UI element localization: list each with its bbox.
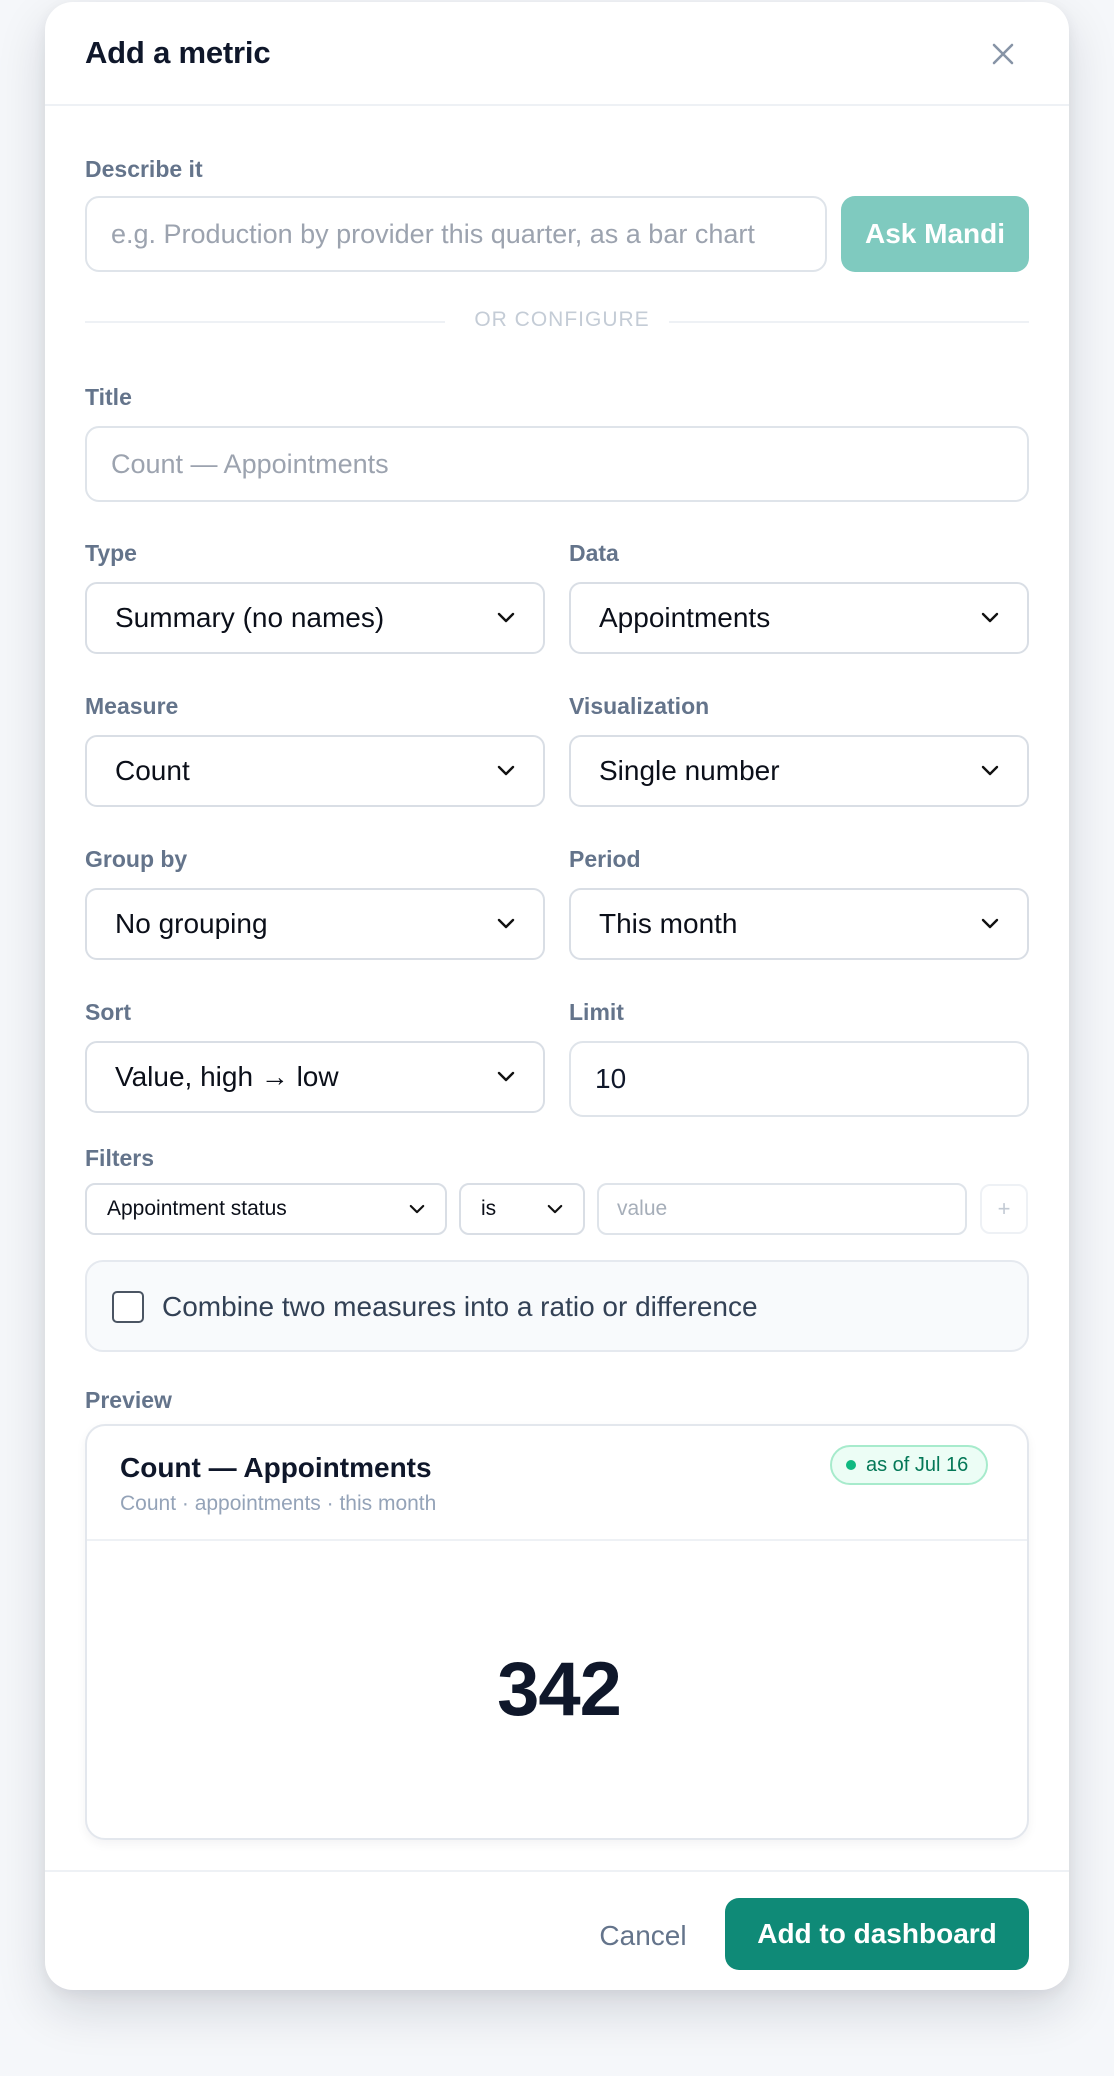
describe-input[interactable]: e.g. Production by provider this quarter… — [85, 196, 827, 272]
limit-input[interactable]: 10 — [569, 1041, 1029, 1117]
filters-label: Filters — [85, 1145, 155, 1171]
measure-value: Count — [115, 755, 190, 786]
chevron-down-icon — [497, 612, 515, 623]
dialog-footer: Cancel Add to dashboard — [45, 1870, 1069, 1990]
visualization-select[interactable]: Single number — [569, 735, 1029, 807]
sort-value: Value, high → low — [115, 1061, 339, 1092]
period-select[interactable]: This month — [569, 888, 1029, 960]
metric-value: 342 — [497, 1647, 622, 1732]
filter-field-select[interactable]: Appointment status — [85, 1183, 447, 1235]
sort-label: Sort — [85, 999, 131, 1025]
cancel-button[interactable]: Cancel — [583, 1900, 703, 1972]
status-badge: as of Jul 16 — [830, 1445, 989, 1485]
group-by-select[interactable]: No grouping — [85, 888, 545, 960]
divider-right — [669, 321, 1029, 323]
dialog-title: Add a metric — [85, 35, 271, 70]
filter-value-input[interactable]: value — [597, 1183, 967, 1235]
chevron-down-icon — [981, 918, 999, 929]
chevron-down-icon — [497, 765, 515, 776]
filter-operator-value: is — [481, 1197, 497, 1220]
combine-measures-option[interactable]: Combine two measures into a ratio or dif… — [85, 1260, 1029, 1352]
group-by-label: Group by — [85, 846, 188, 872]
describe-label: Describe it — [85, 156, 203, 182]
divider-left — [85, 321, 445, 323]
title-label: Title — [85, 384, 132, 410]
preview-subtitle: Count · appointments · this month — [120, 1492, 437, 1515]
type-select[interactable]: Summary (no names) — [85, 582, 545, 654]
preview-title: Count — Appointments — [120, 1452, 432, 1483]
combine-label: Combine two measures into a ratio or dif… — [162, 1291, 758, 1322]
status-dot-icon — [846, 1460, 856, 1470]
visualization-value: Single number — [599, 755, 780, 786]
chevron-down-icon — [981, 612, 999, 623]
preview-card-header: Count — Appointments Count · appointment… — [87, 1426, 1027, 1541]
add-to-dashboard-button[interactable]: Add to dashboard — [725, 1898, 1029, 1970]
type-label: Type — [85, 540, 137, 566]
dialog-header: Add a metric — [45, 2, 1069, 106]
combine-checkbox[interactable] — [112, 1291, 144, 1323]
data-label: Data — [569, 540, 619, 566]
data-value: Appointments — [599, 602, 771, 633]
chevron-down-icon — [981, 765, 999, 776]
add-metric-dialog: Add a metric Describe it e.g. Production… — [45, 2, 1069, 1990]
data-select[interactable]: Appointments — [569, 582, 1029, 654]
type-value: Summary (no names) — [115, 602, 385, 633]
close-button[interactable] — [985, 36, 1021, 72]
title-input[interactable]: Count — Appointments — [85, 426, 1029, 502]
measure-select[interactable]: Count — [85, 735, 545, 807]
preview-label: Preview — [85, 1387, 172, 1413]
group-by-value: No grouping — [115, 908, 268, 939]
chevron-down-icon — [409, 1204, 425, 1213]
visualization-label: Visualization — [569, 693, 710, 719]
filter-field-value: Appointment status — [107, 1197, 287, 1220]
chevron-down-icon — [497, 918, 515, 929]
close-icon — [992, 43, 1014, 65]
badge-text: as of Jul 16 — [866, 1453, 969, 1476]
or-configure-label: OR CONFIGURE — [474, 308, 650, 331]
chevron-down-icon — [547, 1204, 563, 1213]
preview-card: Count — Appointments Count · appointment… — [85, 1424, 1029, 1840]
period-label: Period — [569, 846, 641, 872]
filter-operator-select[interactable]: is — [459, 1183, 585, 1235]
limit-label: Limit — [569, 999, 624, 1025]
ask-mandi-button[interactable]: Ask Mandi — [841, 196, 1029, 272]
plus-icon: + — [997, 1196, 1011, 1221]
period-value: This month — [599, 908, 738, 939]
measure-label: Measure — [85, 693, 179, 719]
chevron-down-icon — [497, 1071, 515, 1082]
add-filter-button[interactable]: + — [980, 1184, 1028, 1234]
sort-select[interactable]: Value, high → low — [85, 1041, 545, 1113]
